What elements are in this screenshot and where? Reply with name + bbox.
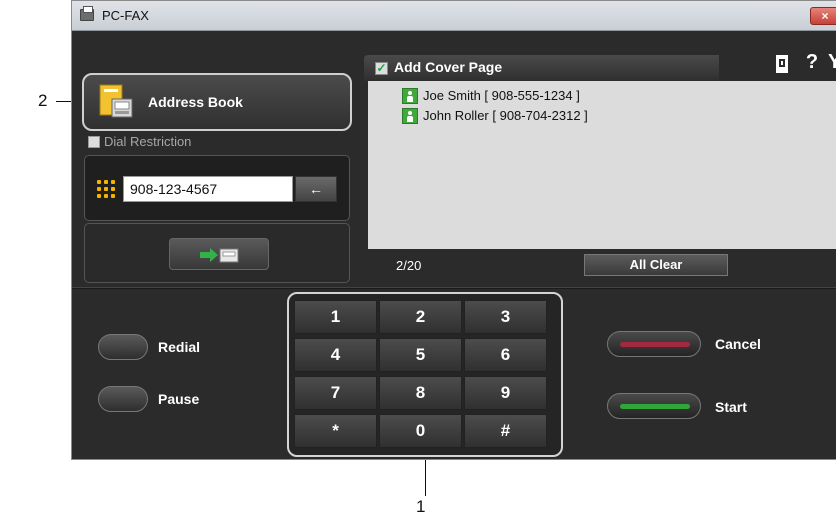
cover-page-label: Add Cover Page [394,59,503,75]
address-book-label: Address Book [148,94,243,110]
add-to-recipient-list-button[interactable] [169,238,269,270]
fax-app-icon [80,6,94,21]
pc-fax-window: PC-FAX × Address Book Dial Restriction 9… [71,0,836,460]
cover-page-checkbox[interactable]: ✓ [375,62,388,75]
address-book-icon [99,84,133,118]
recipient-list-footer: 2/20 All Clear [368,249,836,279]
person-icon [402,108,418,124]
key-5[interactable]: 5 [379,338,462,372]
backspace-button[interactable]: ← [295,176,337,202]
panel-separator [72,287,836,289]
pause-button[interactable] [98,386,148,412]
callout-2-label: 2 [38,91,48,110]
cancel-label: Cancel [715,336,761,352]
key-star[interactable]: * [294,414,377,448]
key-2[interactable]: 2 [379,300,462,334]
fax-number-box: 908-123-4567 ← [84,155,350,221]
key-hash[interactable]: # [464,414,547,448]
title-bar: PC-FAX × [72,1,836,31]
key-1[interactable]: 1 [294,300,377,334]
add-arrow-fax-icon [200,248,239,263]
settings-icon[interactable]: Y! [826,50,836,74]
recipient-header: ✓ Add Cover Page ? Y! [364,47,836,81]
close-button[interactable]: × [810,7,836,25]
window-title: PC-FAX [102,8,149,23]
key-0[interactable]: 0 [379,414,462,448]
help-icon[interactable]: ? [800,50,824,74]
redial-button[interactable] [98,334,148,360]
fax-number-input[interactable]: 908-123-4567 [123,176,293,202]
recipient-text: Joe Smith [ 908-555-1234 ] [423,88,580,103]
address-book-button[interactable]: Address Book [82,73,352,131]
key-9[interactable]: 9 [464,376,547,410]
key-4[interactable]: 4 [294,338,377,372]
pause-label: Pause [158,391,200,407]
callout-1-label: 1 [416,497,426,516]
dial-keypad: 1 2 3 4 5 6 7 8 9 * 0 # [287,292,563,457]
recipient-count: 2/20 [396,258,422,273]
callout-1-line [425,460,426,496]
key-8[interactable]: 8 [379,376,462,410]
add-number-area [84,223,350,283]
dial-restriction-label: Dial Restriction [104,134,192,149]
dial-restriction-checkbox[interactable] [88,136,100,148]
keypad-icon [97,180,115,198]
key-3[interactable]: 3 [464,300,547,334]
redial-label: Redial [158,339,201,355]
cancel-indicator [620,342,690,347]
start-label: Start [715,399,747,415]
recipient-text: John Roller [ 908-704-2312 ] [423,108,588,123]
start-button[interactable] [607,393,701,419]
person-icon [402,88,418,104]
all-clear-button[interactable]: All Clear [584,254,728,276]
start-indicator [620,404,690,409]
cancel-button[interactable] [607,331,701,357]
key-7[interactable]: 7 [294,376,377,410]
recipient-list: Joe Smith [ 908-555-1234 ] John Roller [… [368,81,836,249]
key-6[interactable]: 6 [464,338,547,372]
cover-page-settings-icon[interactable] [770,53,794,77]
